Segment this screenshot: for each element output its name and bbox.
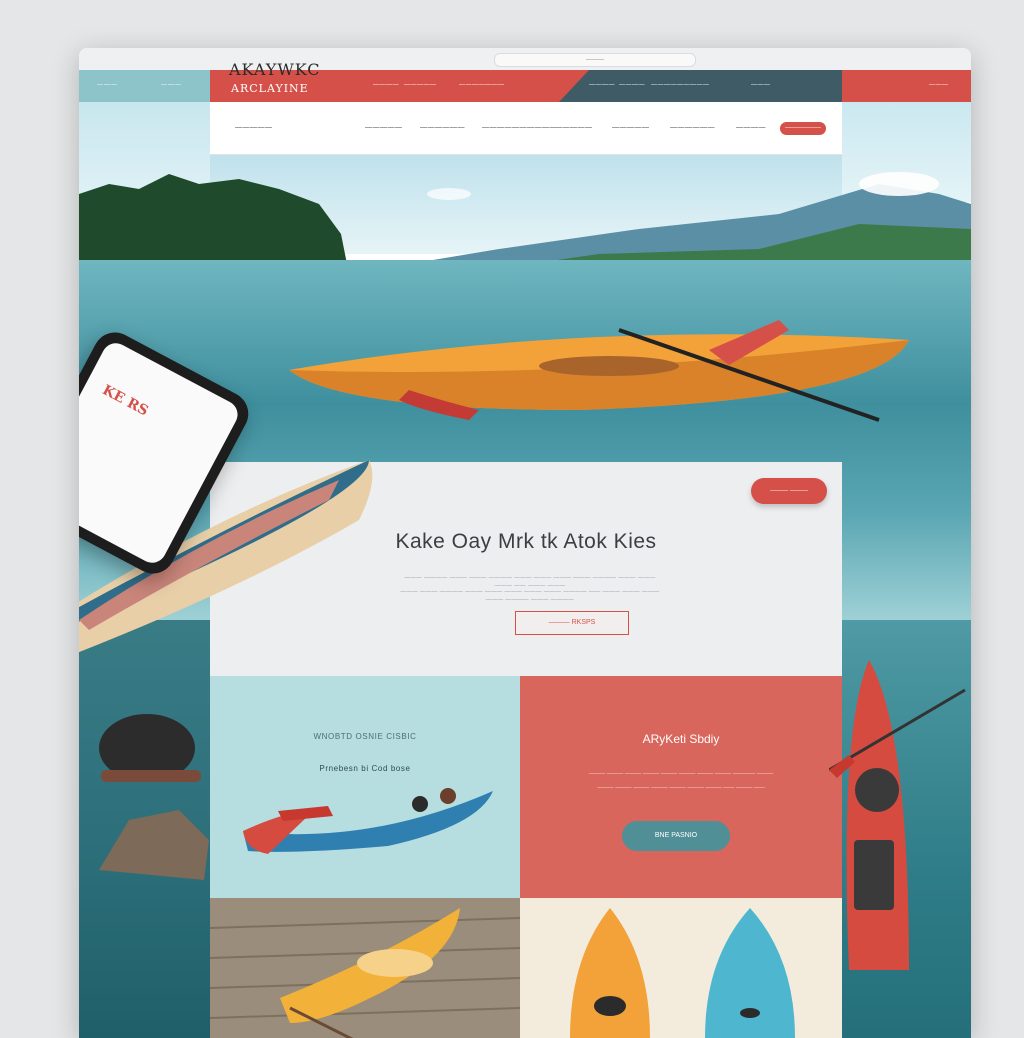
hero-cta-button[interactable]: ——— RKSPS	[515, 611, 629, 635]
nav-item[interactable]: ——————	[420, 124, 465, 131]
browser-window: ——— ——— ——— AKAYWKC ARCLAYINE ———— —————	[79, 48, 971, 1038]
top-link[interactable]: —————————	[651, 82, 710, 88]
panel-red-text-line: ——— ——— ——— ——— ——— ——— ——— —— ——— ——	[597, 785, 765, 791]
top-link[interactable]: ————	[373, 82, 399, 88]
top-link[interactable]: ———	[751, 82, 771, 88]
top-left-link[interactable]: ———	[97, 82, 118, 88]
hero-pill-button[interactable]: ——— ———	[751, 478, 827, 504]
panel-red-text-line: ——— ——— ——— ——— ——— ——— ——— ——— ———— ———	[588, 771, 774, 777]
brand-title[interactable]: AKAYWKC	[229, 60, 321, 79]
panel-red-title: ARyKeti Sbdiy	[642, 732, 720, 746]
forest-and-mountains	[79, 172, 971, 274]
hero-text-line: ——— ——— ———— ——— ——— ——— ——— ——— ———— ——…	[400, 589, 660, 603]
nav-item[interactable]: —————	[612, 124, 650, 131]
main-nav: ————— ————— —————— —————————— ————— ————…	[210, 102, 842, 155]
nav-item[interactable]: ——————————	[482, 124, 557, 131]
top-link[interactable]: ————	[619, 82, 645, 88]
nav-cta-button[interactable]: ——————	[780, 122, 826, 135]
panel-blue-title: WNOBTD OSNIE CISBIC	[313, 732, 417, 741]
nav-item[interactable]: —————	[365, 124, 403, 131]
red-kayak-image	[243, 788, 493, 854]
nav-item[interactable]: —————	[235, 124, 273, 131]
nav-item[interactable]: ——————	[670, 124, 715, 131]
feature-panel-red: ARyKeti Sbdiy ——— ——— ——— ——— ——— ——— ——…	[520, 676, 842, 898]
top-left-link[interactable]: ———	[161, 82, 182, 88]
brand-tagline: ARCLAYINE	[231, 82, 309, 95]
top-bar-left: ——— ———	[79, 70, 210, 102]
panel-red-button[interactable]: BNE PASNIO	[622, 821, 730, 851]
top-link[interactable]: ————	[589, 82, 615, 88]
feature-panel-blue: WNOBTD OSNIE CISBIC Prnebesn bi Cod bose	[210, 676, 520, 898]
dock-kayak-image	[209, 908, 521, 1038]
top-link[interactable]: ———————	[459, 82, 505, 88]
dock-image-panel	[209, 898, 521, 1038]
top-link[interactable]: —————	[404, 82, 437, 88]
address-bar[interactable]: ———	[494, 53, 696, 67]
browser-chrome: ———	[79, 48, 971, 71]
top-right-link[interactable]: ———	[929, 82, 949, 88]
page: ——— ——— AKAYWKC ARCLAYINE ———— ————— ———…	[79, 60, 971, 1038]
nav-item[interactable]: ————	[736, 124, 766, 131]
paddleboards-image	[570, 908, 795, 1038]
vertical-red-kayak-image	[829, 660, 966, 970]
phone-screen-text: KE RS	[99, 382, 151, 420]
tarp-and-rock-image	[99, 714, 209, 880]
boards-image-panel	[520, 898, 842, 1038]
nav-item[interactable]: —————	[555, 124, 593, 131]
top-bar: ——— ——— AKAYWKC ARCLAYINE ———— ————— ———…	[79, 60, 971, 102]
panel-blue-subtitle: Prnebesn bi Cod bose	[319, 764, 411, 773]
